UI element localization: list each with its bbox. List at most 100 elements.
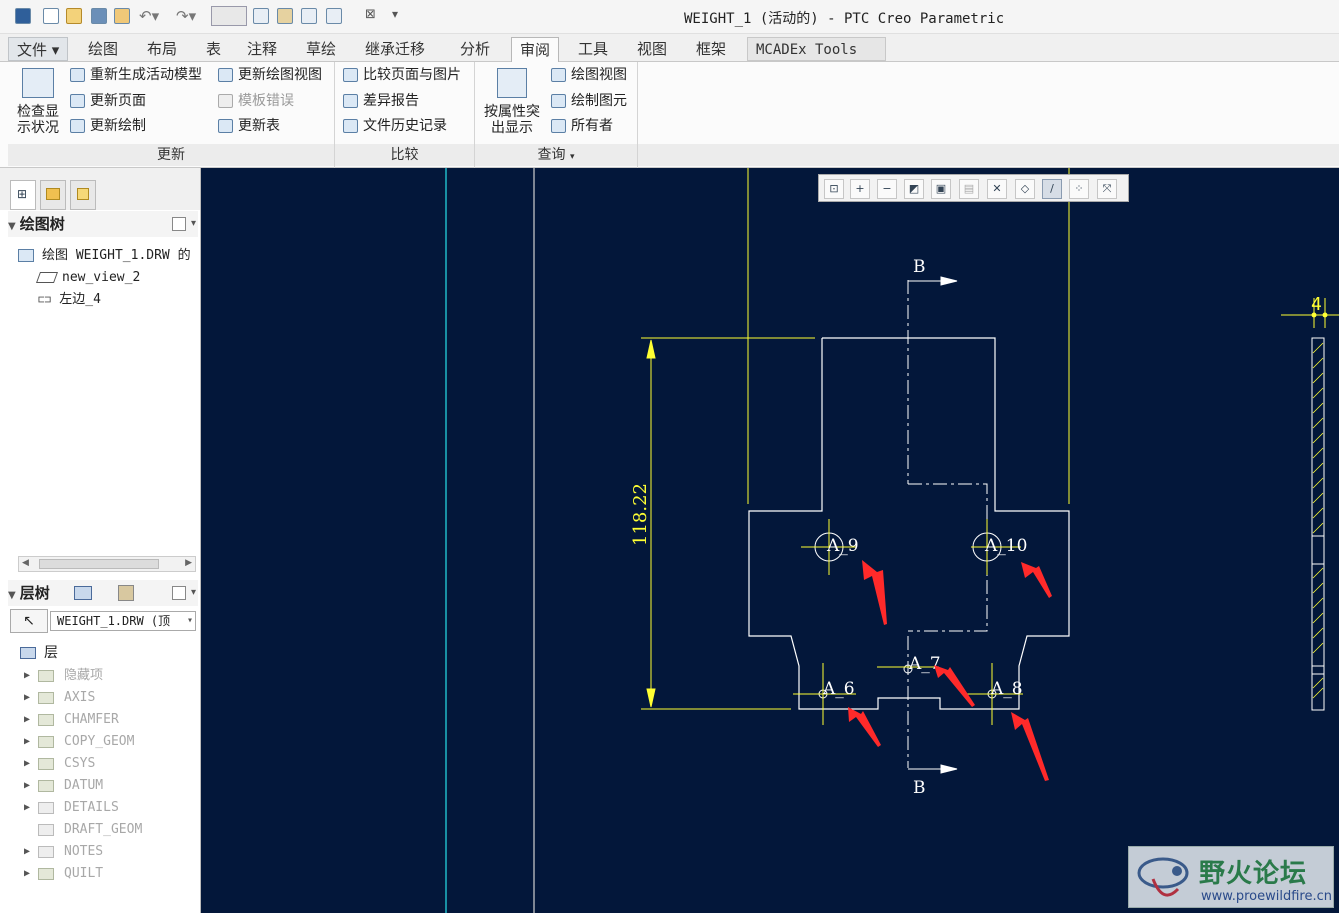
save-as-icon[interactable]	[114, 8, 130, 24]
close-window-icon[interactable]: ⊠	[365, 7, 376, 22]
scrollbar-thumb[interactable]	[39, 559, 159, 569]
graphics-window[interactable]: 4 118.22 B B A_9 A_10 A_6 A_7 A_8 ⊡ + − …	[201, 168, 1339, 913]
check-display-icon	[22, 68, 54, 98]
dimension-118-22[interactable]: 118.22	[630, 483, 651, 546]
axis-label-a8: A_8	[990, 679, 1023, 699]
save-icon[interactable]	[91, 8, 107, 24]
layer-model-select[interactable]: WEIGHT_1.DRW (顶 ▾	[50, 611, 196, 631]
template-errors-button[interactable]: 模板错误	[216, 90, 294, 112]
tools-icon[interactable]	[118, 585, 134, 601]
redo-icon[interactable]: ↷▾	[176, 7, 196, 25]
horizontal-scrollbar[interactable]: ◀ ▶	[18, 556, 196, 572]
entity-icon	[551, 94, 566, 108]
update-sheets-icon	[70, 94, 85, 108]
layer-settings-icon[interactable]	[172, 586, 186, 600]
owner-icon	[551, 119, 566, 133]
group-label-compare: 比较	[335, 144, 474, 166]
point-display-icon[interactable]: ⁘	[1069, 179, 1089, 199]
update-draw-icon	[70, 119, 85, 133]
sheet-display-icon[interactable]: ▤	[959, 179, 979, 199]
watermark-title: 野火论坛	[1199, 859, 1308, 889]
section-label-top: B	[913, 257, 926, 277]
tab-view[interactable]: 视图	[629, 37, 675, 61]
red-callout-arrows	[848, 560, 1052, 781]
update-drawing-view-button[interactable]: 更新绘图视图	[216, 64, 322, 86]
display-style-icon[interactable]: ▣	[931, 179, 951, 199]
scroll-left-icon[interactable]: ◀	[22, 558, 29, 568]
highlight-by-attribute-button[interactable]: 按属性突 出显示	[480, 66, 544, 138]
customize-toolbar-icon[interactable]: ▾	[392, 7, 398, 21]
layer-root[interactable]: 层	[20, 642, 58, 664]
csys-display-icon[interactable]: ⤧	[1097, 179, 1117, 199]
group-label-query[interactable]: 查询 ▾	[475, 144, 637, 166]
tab-review[interactable]: 审阅	[511, 37, 560, 63]
update-sheets-button[interactable]: 更新页面	[68, 90, 146, 112]
plane-display-icon[interactable]: ◇	[1015, 179, 1035, 199]
file-history-button[interactable]: 文件历史记录	[341, 115, 447, 137]
tab-tools[interactable]: 工具	[570, 37, 616, 61]
edit-icon[interactable]	[277, 8, 293, 24]
group-label-update: 更新	[8, 144, 334, 166]
navigator-panel: ⊞ ▼ 绘图树 ▾ 绘图 WEIGHT_1.DRW 的 new_view_2 ⊏⊐…	[0, 168, 201, 913]
switch-window-icon[interactable]	[326, 8, 342, 24]
windows-icon[interactable]	[301, 8, 317, 24]
tree-settings-icon[interactable]	[172, 217, 186, 231]
undo-icon[interactable]: ↶▾	[139, 7, 159, 25]
regenerate-icon	[70, 68, 85, 82]
axis-label-a6: A_6	[822, 679, 855, 699]
drawing-tree-header[interactable]: ▼ 绘图树 ▾	[8, 211, 198, 237]
tree-item-drawing[interactable]: 绘图 WEIGHT_1.DRW 的	[18, 245, 191, 267]
layer-icon	[38, 692, 54, 704]
tab-annotate[interactable]: 注释	[239, 37, 285, 61]
tab-sketch[interactable]: 草绘	[298, 37, 344, 61]
tab-analysis[interactable]: 分析	[452, 37, 498, 61]
zoom-out-icon[interactable]: −	[877, 179, 897, 199]
view-icon	[551, 68, 566, 82]
layer-tree-header[interactable]: ▼ 层树 ▾	[8, 580, 198, 606]
tab-table[interactable]: 表	[198, 37, 229, 61]
scroll-right-icon[interactable]: ▶	[185, 558, 192, 568]
layers-icon[interactable]	[74, 586, 92, 600]
new-file-icon[interactable]	[43, 8, 59, 24]
tab-frame[interactable]: 框架	[688, 37, 734, 61]
owner-query-button[interactable]: 所有者	[549, 115, 613, 137]
tab-file[interactable]: 文件 ▾	[8, 37, 69, 61]
select-pointer-button[interactable]: ↖	[10, 609, 48, 633]
tree-item-view[interactable]: new_view_2	[35, 267, 140, 289]
layer-icon	[38, 670, 54, 682]
regenerate-active-model-button[interactable]: 重新生成活动模型	[68, 64, 202, 86]
check-display-status-button[interactable]: 检查显 示状况	[14, 66, 62, 138]
tab-layout[interactable]: 布局	[139, 37, 185, 61]
app-icon	[15, 8, 31, 24]
zoom-in-icon[interactable]: +	[850, 179, 870, 199]
compare-sheet-image-button[interactable]: 比较页面与图片	[341, 64, 461, 86]
update-draw-button[interactable]: 更新绘制	[68, 115, 146, 137]
tree-item-left-view[interactable]: ⊏⊐ 左边_4	[38, 289, 101, 311]
axis-display-icon[interactable]: /	[1042, 179, 1062, 199]
update-tables-button[interactable]: 更新表	[216, 115, 280, 137]
datum-display-icon[interactable]: ✕	[987, 179, 1007, 199]
drawing-canvas[interactable]: 4 118.22 B B A_9 A_10 A_6 A_7 A_8	[201, 168, 1339, 913]
tab-legacy-migration[interactable]: 继承迁移	[357, 37, 433, 61]
layer-icon	[38, 868, 54, 880]
ribbon-panel: 检查显 示状况 重新生成活动模型 更新页面 更新绘制 更新绘图视图 模板错误 更…	[0, 62, 1339, 168]
repaint-icon[interactable]: ◩	[904, 179, 924, 199]
folder-browser-tab[interactable]	[40, 180, 66, 210]
compare-icon	[343, 68, 358, 82]
refit-icon[interactable]: ⊡	[824, 179, 844, 199]
layer-icon	[38, 846, 54, 858]
tab-mcadex-tools[interactable]: MCADEx Tools	[747, 37, 886, 61]
chevron-down-icon[interactable]: ▾	[191, 211, 196, 237]
regenerate-icon[interactable]	[253, 8, 269, 24]
model-tree-tab[interactable]: ⊞	[10, 180, 36, 210]
draft-entity-query-button[interactable]: 绘制图元	[549, 90, 627, 112]
chevron-down-icon[interactable]: ▾	[191, 580, 196, 606]
difference-report-button[interactable]: 差异报告	[341, 90, 419, 112]
tab-drawing[interactable]: 绘图	[80, 37, 126, 61]
select-box-icon[interactable]	[211, 6, 247, 26]
favorites-tab[interactable]	[70, 180, 96, 210]
layer-icon	[38, 780, 54, 792]
drawing-view-query-button[interactable]: 绘图视图	[549, 64, 627, 86]
open-file-icon[interactable]	[66, 8, 82, 24]
section-label-bottom: B	[913, 778, 926, 798]
